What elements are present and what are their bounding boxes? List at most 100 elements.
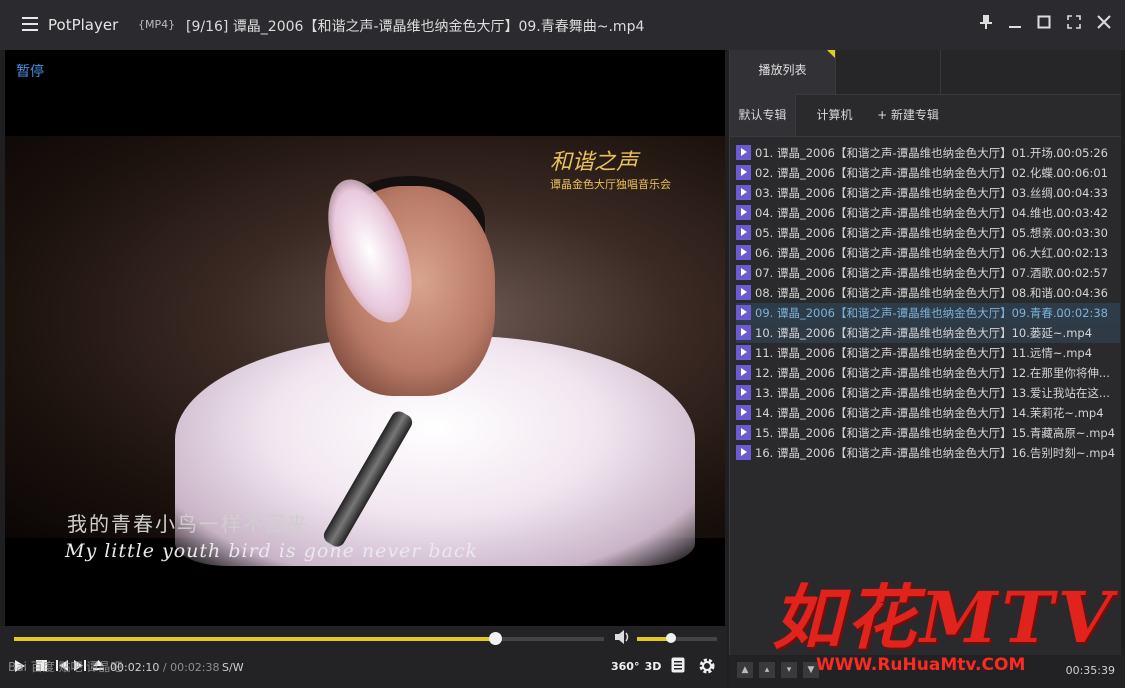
- minimize-icon[interactable]: [1005, 14, 1025, 34]
- playlist-item-label: 02. 谭晶_2006【和谐之声-谭晶维也纳金色大厅】02.化蝶...: [755, 166, 1064, 180]
- video-file-icon: [736, 305, 751, 320]
- seek-fill: [14, 637, 495, 641]
- playlist-item-label: 10. 谭晶_2006【和谐之声-谭晶维也纳金色大厅】10.蒌延~.mp4: [755, 326, 1093, 340]
- video-frame: 和谐之声 谭晶金色大厅独唱音乐会 我的青春小鸟一样不回来 My little y…: [5, 136, 725, 566]
- video-area[interactable]: 暂停 和谐之声 谭晶金色大厅独唱音乐会 我的青春小鸟一样不回来 My littl…: [5, 50, 725, 626]
- playlist-item-label: 16. 谭晶_2006【和谐之声-谭晶维也纳金色大厅】16.告别时刻~.mp4: [755, 446, 1116, 460]
- ruhua-watermark-logo: 如花MTV: [772, 576, 1116, 659]
- total-time: 00:02:38: [170, 661, 220, 674]
- maximize-icon[interactable]: [1034, 14, 1054, 34]
- pin-icon[interactable]: [976, 14, 996, 34]
- app-name: PotPlayer: [48, 16, 119, 34]
- playlist-item-label: 11. 谭晶_2006【和谐之声-谭晶维也纳金色大厅】11.远情~.mp4: [755, 346, 1093, 360]
- video-file-icon: [736, 405, 751, 420]
- video-file-icon: [736, 345, 751, 360]
- volume-bar[interactable]: [637, 633, 717, 643]
- playlist-item[interactable]: 01. 谭晶_2006【和谐之声-谭晶维也纳金色大厅】01.开场... 00:05…: [736, 143, 1120, 163]
- playlist-item-label: 01. 谭晶_2006【和谐之声-谭晶维也纳金色大厅】01.开场...: [755, 146, 1064, 160]
- current-time: 00:02:10: [110, 661, 160, 674]
- pause-status: 暂停: [16, 64, 44, 80]
- video-file-icon: [736, 365, 751, 380]
- tv-logo-title: 和谐之声: [550, 150, 639, 175]
- hamburger-menu-icon[interactable]: [22, 17, 38, 31]
- playlist-item-duration: 00:04:36: [1056, 286, 1108, 300]
- baidu-watermark: Bai 百度 贴吧 谭晶吧: [8, 660, 123, 674]
- playlist-item[interactable]: 10. 谭晶_2006【和谐之声-谭晶维也纳金色大厅】10.蒌延~.mp4: [736, 323, 1120, 343]
- tab-empty: [836, 50, 941, 94]
- playlist-item[interactable]: 02. 谭晶_2006【和谐之声-谭晶维也纳金色大厅】02.化蝶... 00:06…: [736, 163, 1120, 183]
- tab-default-album[interactable]: 默认专辑: [730, 94, 796, 136]
- move-up-icon[interactable]: ▴: [759, 662, 775, 678]
- playlist-item-duration: 00:02:57: [1056, 266, 1108, 280]
- volume-handle[interactable]: [666, 633, 677, 643]
- playlist-item-duration: 00:04:33: [1056, 186, 1108, 200]
- playlist-item-duration: 00:02:38: [1056, 306, 1108, 320]
- playlist-item[interactable]: 04. 谭晶_2006【和谐之声-谭晶维也纳金色大厅】04.维也... 00:03…: [736, 203, 1120, 223]
- playlist-item[interactable]: 11. 谭晶_2006【和谐之声-谭晶维也纳金色大厅】11.远情~.mp4: [736, 343, 1120, 363]
- seek-bar[interactable]: [14, 632, 604, 645]
- playlist-item[interactable]: 08. 谭晶_2006【和谐之声-谭晶维也纳金色大厅】08.和谐... 00:04…: [736, 283, 1120, 303]
- close-icon[interactable]: [1094, 14, 1114, 34]
- window-title: [9/16] 谭晶_2006【和谐之声-谭晶维也纳金色大厅】09.青春舞曲~.m…: [186, 19, 645, 35]
- volume-icon[interactable]: [614, 629, 630, 649]
- video-file-icon: [736, 425, 751, 440]
- playlist-item[interactable]: 05. 谭晶_2006【和谐之声-谭晶维也纳金色大厅】05.想亲... 00:03…: [736, 223, 1120, 243]
- playlist-item[interactable]: 13. 谭晶_2006【和谐之声-谭晶维也纳金色大厅】13.爱让我站在这...: [736, 383, 1120, 403]
- video-file-icon: [736, 165, 751, 180]
- playlist-item-duration: 00:05:26: [1056, 146, 1108, 160]
- playlist-item-duration: 00:03:30: [1056, 226, 1108, 240]
- video-file-icon: [736, 205, 751, 220]
- video-file-icon: [736, 285, 751, 300]
- video-file-icon: [736, 385, 751, 400]
- settings-gear-icon[interactable]: [697, 657, 717, 677]
- playlist-item-duration: 00:06:01: [1056, 166, 1108, 180]
- playlist-item[interactable]: 12. 谭晶_2006【和谐之声-谭晶维也纳金色大厅】12.在那里你将伸...: [736, 363, 1120, 383]
- sw-label[interactable]: S/W: [222, 661, 244, 674]
- ruhua-watermark-url: WWW.RuHuaMtv.COM: [816, 655, 1026, 675]
- playlist-item-label: 07. 谭晶_2006【和谐之声-谭晶维也纳金色大厅】07.酒歌...: [755, 266, 1064, 280]
- control-bar: Bai 百度 贴吧 谭晶吧 00:02:10 / 00:02:38 S/W 36…: [0, 626, 727, 688]
- video-file-icon: [736, 325, 751, 340]
- format-label: {MP4}: [138, 18, 176, 31]
- 3d-button[interactable]: 3D: [642, 657, 664, 677]
- playlist-item[interactable]: 15. 谭晶_2006【和谐之声-谭晶维也纳金色大厅】15.青藏高原~.mp4: [736, 423, 1120, 443]
- panel-tabs: 播放列表: [730, 50, 1121, 95]
- playlist-item-duration: 00:02:13: [1056, 246, 1108, 260]
- playlist-item[interactable]: 14. 谭晶_2006【和谐之声-谭晶维也纳金色大厅】14.茉莉花~.mp4: [736, 403, 1120, 423]
- tab-playlist-label: 播放列表: [758, 63, 807, 77]
- tab-playlist[interactable]: 播放列表: [730, 50, 836, 94]
- playlist-item-label: 08. 谭晶_2006【和谐之声-谭晶维也纳金色大厅】08.和谐...: [755, 286, 1064, 300]
- video-file-icon: [736, 445, 751, 460]
- video-file-icon: [736, 265, 751, 280]
- playlist-item-label: 03. 谭晶_2006【和谐之声-谭晶维也纳金色大厅】03.丝绸...: [755, 186, 1064, 200]
- seek-handle[interactable]: [488, 632, 502, 645]
- tv-logo-overlay: 和谐之声 谭晶金色大厅独唱音乐会: [550, 144, 671, 192]
- playlist-item[interactable]: 03. 谭晶_2006【和谐之声-谭晶维也纳金色大厅】03.丝绸... 00:04…: [736, 183, 1120, 203]
- playlist-item-label: 05. 谭晶_2006【和谐之声-谭晶维也纳金色大厅】05.想亲...: [755, 226, 1064, 240]
- playlist-item[interactable]: 06. 谭晶_2006【和谐之声-谭晶维也纳金色大厅】06.大红... 00:02…: [736, 243, 1120, 263]
- subtitle-chinese: 我的青春小鸟一样不回来: [67, 512, 309, 536]
- video-file-icon: [736, 225, 751, 240]
- vr-360-button[interactable]: 360°: [611, 657, 639, 677]
- playlist-list: 01. 谭晶_2006【和谐之声-谭晶维也纳金色大厅】01.开场... 00:05…: [736, 143, 1120, 463]
- fullscreen-icon[interactable]: [1064, 14, 1084, 34]
- video-file-icon: [736, 185, 751, 200]
- playlist-item[interactable]: 09. 谭晶_2006【和谐之声-谭晶维也纳金色大厅】09.青春... 00:02…: [736, 303, 1120, 323]
- title-bar: PotPlayer {MP4} [9/16] 谭晶_2006【和谐之声-谭晶维也…: [0, 0, 1125, 50]
- video-file-icon: [736, 245, 751, 260]
- tab-computer[interactable]: 计算机: [802, 94, 867, 136]
- playlist-item[interactable]: 07. 谭晶_2006【和谐之声-谭晶维也纳金色大厅】07.酒歌... 00:02…: [736, 263, 1120, 283]
- album-tabs: 默认专辑 计算机 + 新建专辑: [730, 94, 1121, 137]
- subtitle-english: My little youth bird is gone never back: [65, 540, 479, 562]
- playlist-total-time: 00:35:39: [1065, 664, 1115, 677]
- playlist-item[interactable]: 16. 谭晶_2006【和谐之声-谭晶维也纳金色大厅】16.告别时刻~.mp4: [736, 443, 1120, 463]
- playlist-item-label: 09. 谭晶_2006【和谐之声-谭晶维也纳金色大厅】09.青春...: [755, 306, 1064, 320]
- playlist-item-label: 15. 谭晶_2006【和谐之声-谭晶维也纳金色大厅】15.青藏高原~.mp4: [755, 426, 1116, 440]
- move-top-icon[interactable]: ▲: [737, 662, 753, 678]
- playlist-toggle-icon[interactable]: [670, 657, 686, 677]
- move-down-icon[interactable]: ▾: [781, 662, 797, 678]
- playlist-item-label: 04. 谭晶_2006【和谐之声-谭晶维也纳金色大厅】04.维也...: [755, 206, 1064, 220]
- tab-new-album[interactable]: + 新建专辑: [872, 94, 944, 136]
- playlist-item-label: 06. 谭晶_2006【和谐之声-谭晶维也纳金色大厅】06.大红...: [755, 246, 1064, 260]
- tv-logo-subtitle: 谭晶金色大厅独唱音乐会: [550, 178, 671, 191]
